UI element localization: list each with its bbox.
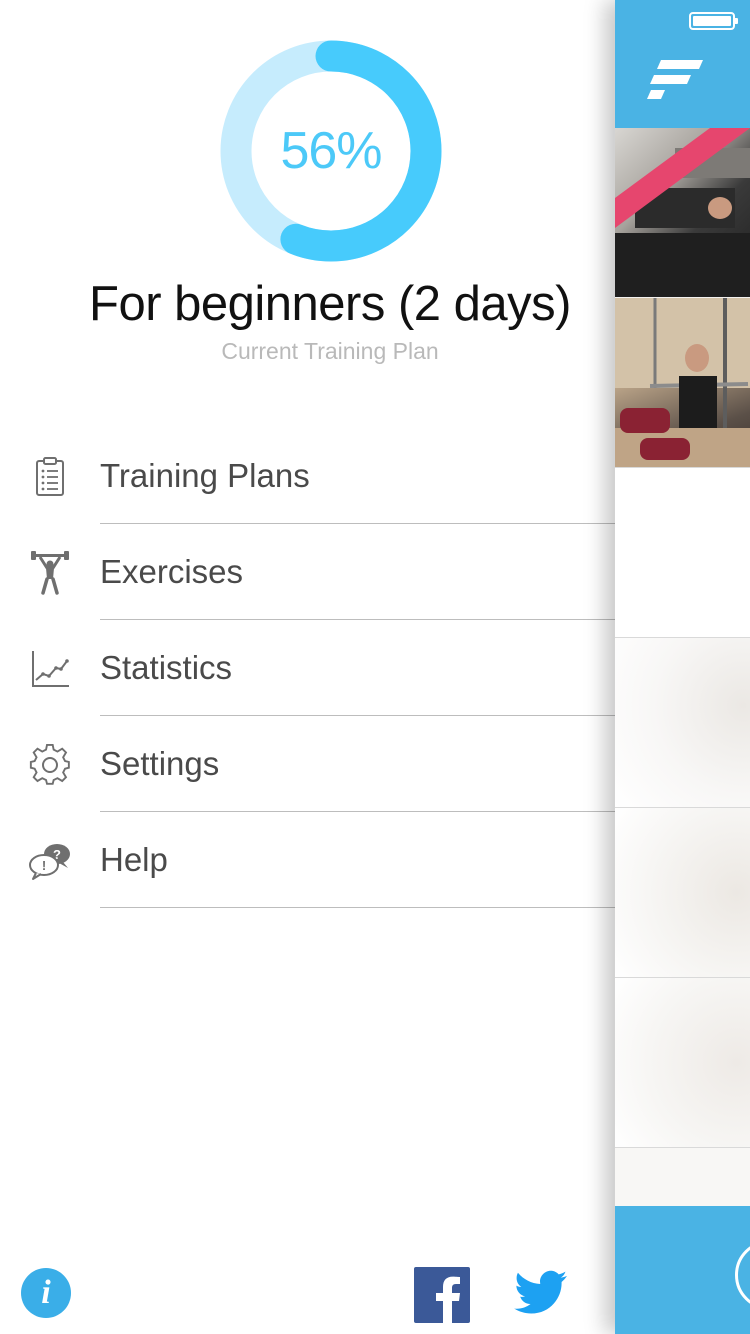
battery-icon <box>689 12 738 30</box>
menu-item-label: Settings <box>100 745 220 782</box>
weightlifter-icon <box>28 551 72 595</box>
menu-item-label: Training Plans <box>100 457 310 494</box>
facebook-icon <box>414 1267 470 1323</box>
line-chart-icon <box>28 647 72 691</box>
menu-item-statistics[interactable]: Statistics <box>0 620 615 716</box>
menu-item-label: Statistics <box>100 649 233 686</box>
workout-list-item[interactable] <box>615 637 750 807</box>
svg-text:!: ! <box>42 858 46 873</box>
main-content-peek[interactable] <box>615 0 750 1334</box>
menu-item-settings[interactable]: Settings <box>0 716 615 812</box>
menu-divider <box>100 907 615 908</box>
menu-item-exercises[interactable]: Exercises <box>0 524 615 620</box>
menu-item-help[interactable]: ? ! Help <box>0 812 615 908</box>
menu-item-label: Exercises <box>100 553 244 590</box>
menu-item-training-plans[interactable]: Training Plans <box>0 428 615 524</box>
facebook-button[interactable] <box>414 1267 470 1323</box>
main-footer-bar <box>615 1206 750 1334</box>
progress-percent-label: 56% <box>280 122 382 180</box>
exercise-photo-lat-pulldown[interactable] <box>615 298 750 467</box>
workout-list-item[interactable] <box>615 467 750 637</box>
workout-list-item[interactable] <box>615 807 750 977</box>
twitter-button[interactable] <box>513 1270 567 1316</box>
workout-list-item[interactable] <box>615 1147 750 1207</box>
clipboard-icon <box>28 455 72 499</box>
current-plan-subtitle: Current Training Plan <box>221 338 439 364</box>
main-header-bar <box>615 0 750 128</box>
current-plan-title[interactable]: For beginners (2 days) <box>0 276 660 332</box>
info-button[interactable]: i <box>21 1268 71 1318</box>
info-icon: i <box>41 1274 51 1311</box>
drawer-menu: Training Plans Exercises Statistics Sett… <box>0 428 615 908</box>
gear-icon <box>28 743 72 787</box>
workout-list-item[interactable] <box>615 977 750 1147</box>
menu-item-label: Help <box>100 841 168 878</box>
plan-progress-ring: 56% <box>220 40 442 262</box>
exercise-photo-bench-press[interactable] <box>615 128 750 297</box>
navigation-drawer: 56% For beginners (2 days) Current Train… <box>0 0 615 1334</box>
start-button[interactable] <box>735 1240 750 1310</box>
speech-bubbles-icon: ? ! <box>28 839 72 883</box>
app-logo-icon <box>647 60 705 100</box>
twitter-icon <box>514 1270 567 1314</box>
